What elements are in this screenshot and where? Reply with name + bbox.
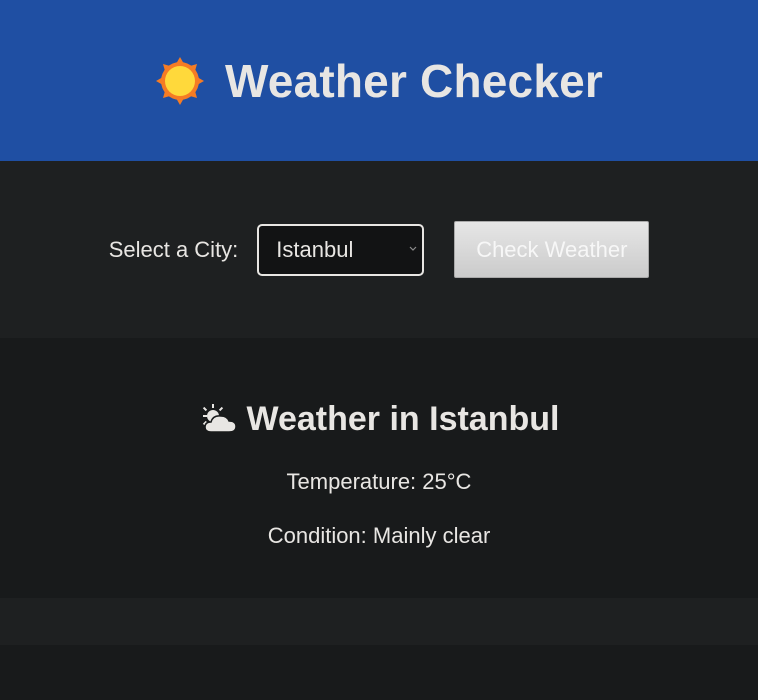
city-select[interactable]: Istanbul xyxy=(257,223,425,276)
page-bottom xyxy=(0,645,758,700)
city-form-row: Select a City: Istanbul Check Weather xyxy=(109,221,650,278)
chevron-down-icon xyxy=(409,246,417,251)
city-label: Select a City: xyxy=(108,236,239,262)
result-title-text: Weather in Istanbul xyxy=(246,400,560,438)
header: Weather Checker xyxy=(0,0,758,161)
sun-icon xyxy=(156,56,204,105)
temperature-text: Temperature: 25°C xyxy=(286,469,472,494)
app-title: Weather Checker xyxy=(155,54,603,108)
check-weather-button[interactable]: Check Weather xyxy=(454,221,650,278)
weather-result: Weather in Istanbul Temperature: 25°C Co… xyxy=(0,338,758,598)
result-title: Weather in Istanbul xyxy=(199,400,560,439)
sun-behind-cloud-icon xyxy=(202,403,237,433)
city-select-value: Istanbul xyxy=(276,236,354,262)
footer-band xyxy=(0,598,758,645)
app-title-text: Weather Checker xyxy=(225,54,603,107)
condition-text: Condition: Mainly clear xyxy=(267,523,491,548)
city-form: Select a City: Istanbul Check Weather xyxy=(0,161,758,338)
